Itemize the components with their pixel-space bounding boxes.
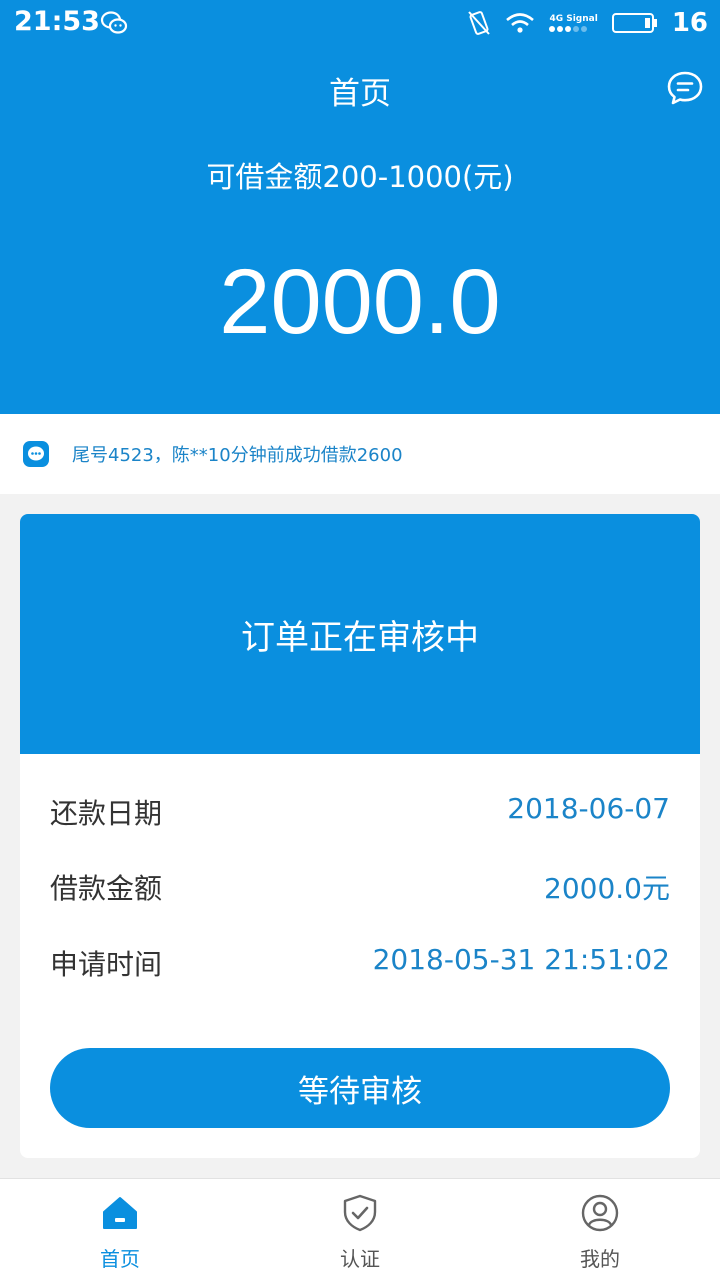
signal-icon: 4G Signal [549,14,598,32]
chat-bubble-icon [23,441,49,467]
row-value: 2018-05-31 21:51:02 [372,943,670,976]
status-bar: 21:53 4G Signal 16 [0,0,720,46]
loan-range-label: 可借金额200-1000(元) [206,160,514,194]
page-title: 首页 [329,76,391,112]
row-value: 2018-06-07 [507,792,670,825]
apply-time-row: 申请时间 2018-05-31 21:51:02 [50,943,670,983]
battery-icon [611,13,657,33]
tab-label: 首页 [100,1247,140,1271]
order-status-title: 订单正在审核中 [20,514,700,754]
tab-label: 认证 [340,1247,380,1271]
home-icon [103,1197,137,1229]
message-icon[interactable] [666,70,704,106]
notice-bar: 尾号4523，陈**10分钟前成功借款2600 [0,414,720,494]
order-card: 订单正在审核中 还款日期 2018-06-07 借款金额 2000.0元 申请时… [20,514,700,1158]
notice-text: 尾号4523，陈**10分钟前成功借款2600 [72,445,403,466]
vibrate-icon [468,11,491,35]
row-value: 2000.0元 [544,872,670,905]
bottom-tab-bar: 首页 认证 我的 [0,1178,720,1280]
status-right: 4G Signal 16 [467,6,708,40]
repayment-date-row: 还款日期 2018-06-07 [50,792,670,832]
network-label: 4G Signal [549,14,598,24]
battery-percent: 16 [671,8,708,38]
wifi-icon [506,13,535,33]
loan-amount-row: 借款金额 2000.0元 [50,867,670,907]
await-review-button[interactable]: 等待审核 [50,1048,670,1128]
tab-mine[interactable]: 我的 [480,1179,720,1280]
loan-amount: 2000.0 [219,251,501,353]
tab-home[interactable]: 首页 [0,1179,240,1280]
tab-verify[interactable]: 认证 [240,1179,480,1280]
status-time: 21:53 [14,6,100,37]
shield-check-icon [343,1194,377,1232]
row-label: 申请时间 [50,948,163,981]
header: 21:53 4G Signal 16 首页 可借金额200-1000(元) 20… [0,0,720,414]
wechat-icon [100,11,128,34]
row-label: 借款金额 [50,872,163,905]
row-label: 还款日期 [50,797,163,830]
user-icon [581,1194,619,1232]
tab-label: 我的 [580,1247,620,1271]
